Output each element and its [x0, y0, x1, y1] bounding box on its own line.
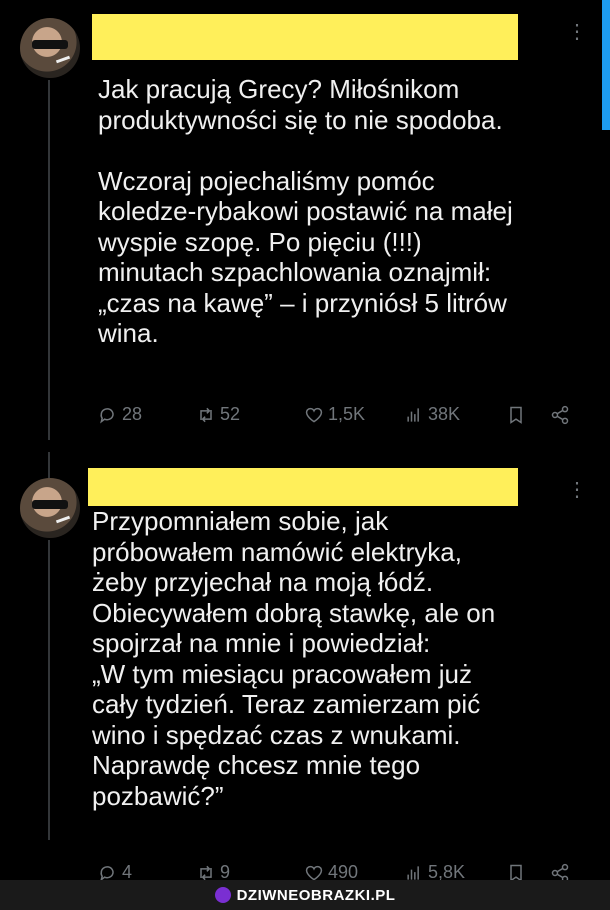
avatar[interactable] — [20, 478, 80, 538]
reply-count: 28 — [122, 404, 143, 424]
avatar-cigarette — [55, 55, 71, 64]
bookmark-icon — [510, 406, 522, 424]
avatar-glasses — [32, 500, 68, 509]
more-icon[interactable]: ⋮ — [567, 480, 587, 500]
avatar[interactable] — [20, 18, 80, 78]
views-count: 38K — [428, 404, 461, 424]
reply-icon — [100, 407, 114, 424]
avatar-glasses — [32, 40, 68, 49]
post-actions: 28 52 1,5K 38K — [98, 404, 584, 425]
thread-line — [48, 452, 50, 480]
thread-line — [48, 80, 50, 440]
repost-icon — [200, 407, 212, 422]
bookmark-button[interactable] — [506, 405, 526, 425]
watermark-logo-icon — [214, 887, 231, 903]
share-button[interactable] — [550, 405, 570, 425]
like-button[interactable]: 1,5K — [304, 404, 404, 425]
share-icon — [551, 405, 569, 424]
redacted-username — [88, 468, 518, 506]
post-text: Jak pracują Grecy? Miłośnikom produktywn… — [98, 74, 513, 348]
like-count: 1,5K — [328, 404, 366, 424]
repost-button[interactable]: 52 — [196, 404, 304, 425]
thread-line — [48, 540, 50, 840]
repost-count: 52 — [220, 404, 241, 424]
views-button[interactable]: 38K — [404, 404, 500, 425]
like-icon — [305, 407, 323, 423]
more-icon[interactable]: ⋮ — [567, 22, 587, 42]
watermark-text: DZIWNEOBRAZKI.PL — [236, 886, 396, 904]
post-text: Przypomniałem sobie, jak próbowałem namó… — [92, 506, 496, 811]
scrollbar-accent[interactable] — [602, 0, 610, 130]
reply-button[interactable]: 28 — [98, 404, 196, 425]
avatar-cigarette — [55, 515, 71, 524]
redacted-username — [92, 14, 518, 60]
watermark-bar: DZIWNEOBRAZKI.PL — [0, 880, 610, 910]
views-icon — [407, 407, 419, 422]
